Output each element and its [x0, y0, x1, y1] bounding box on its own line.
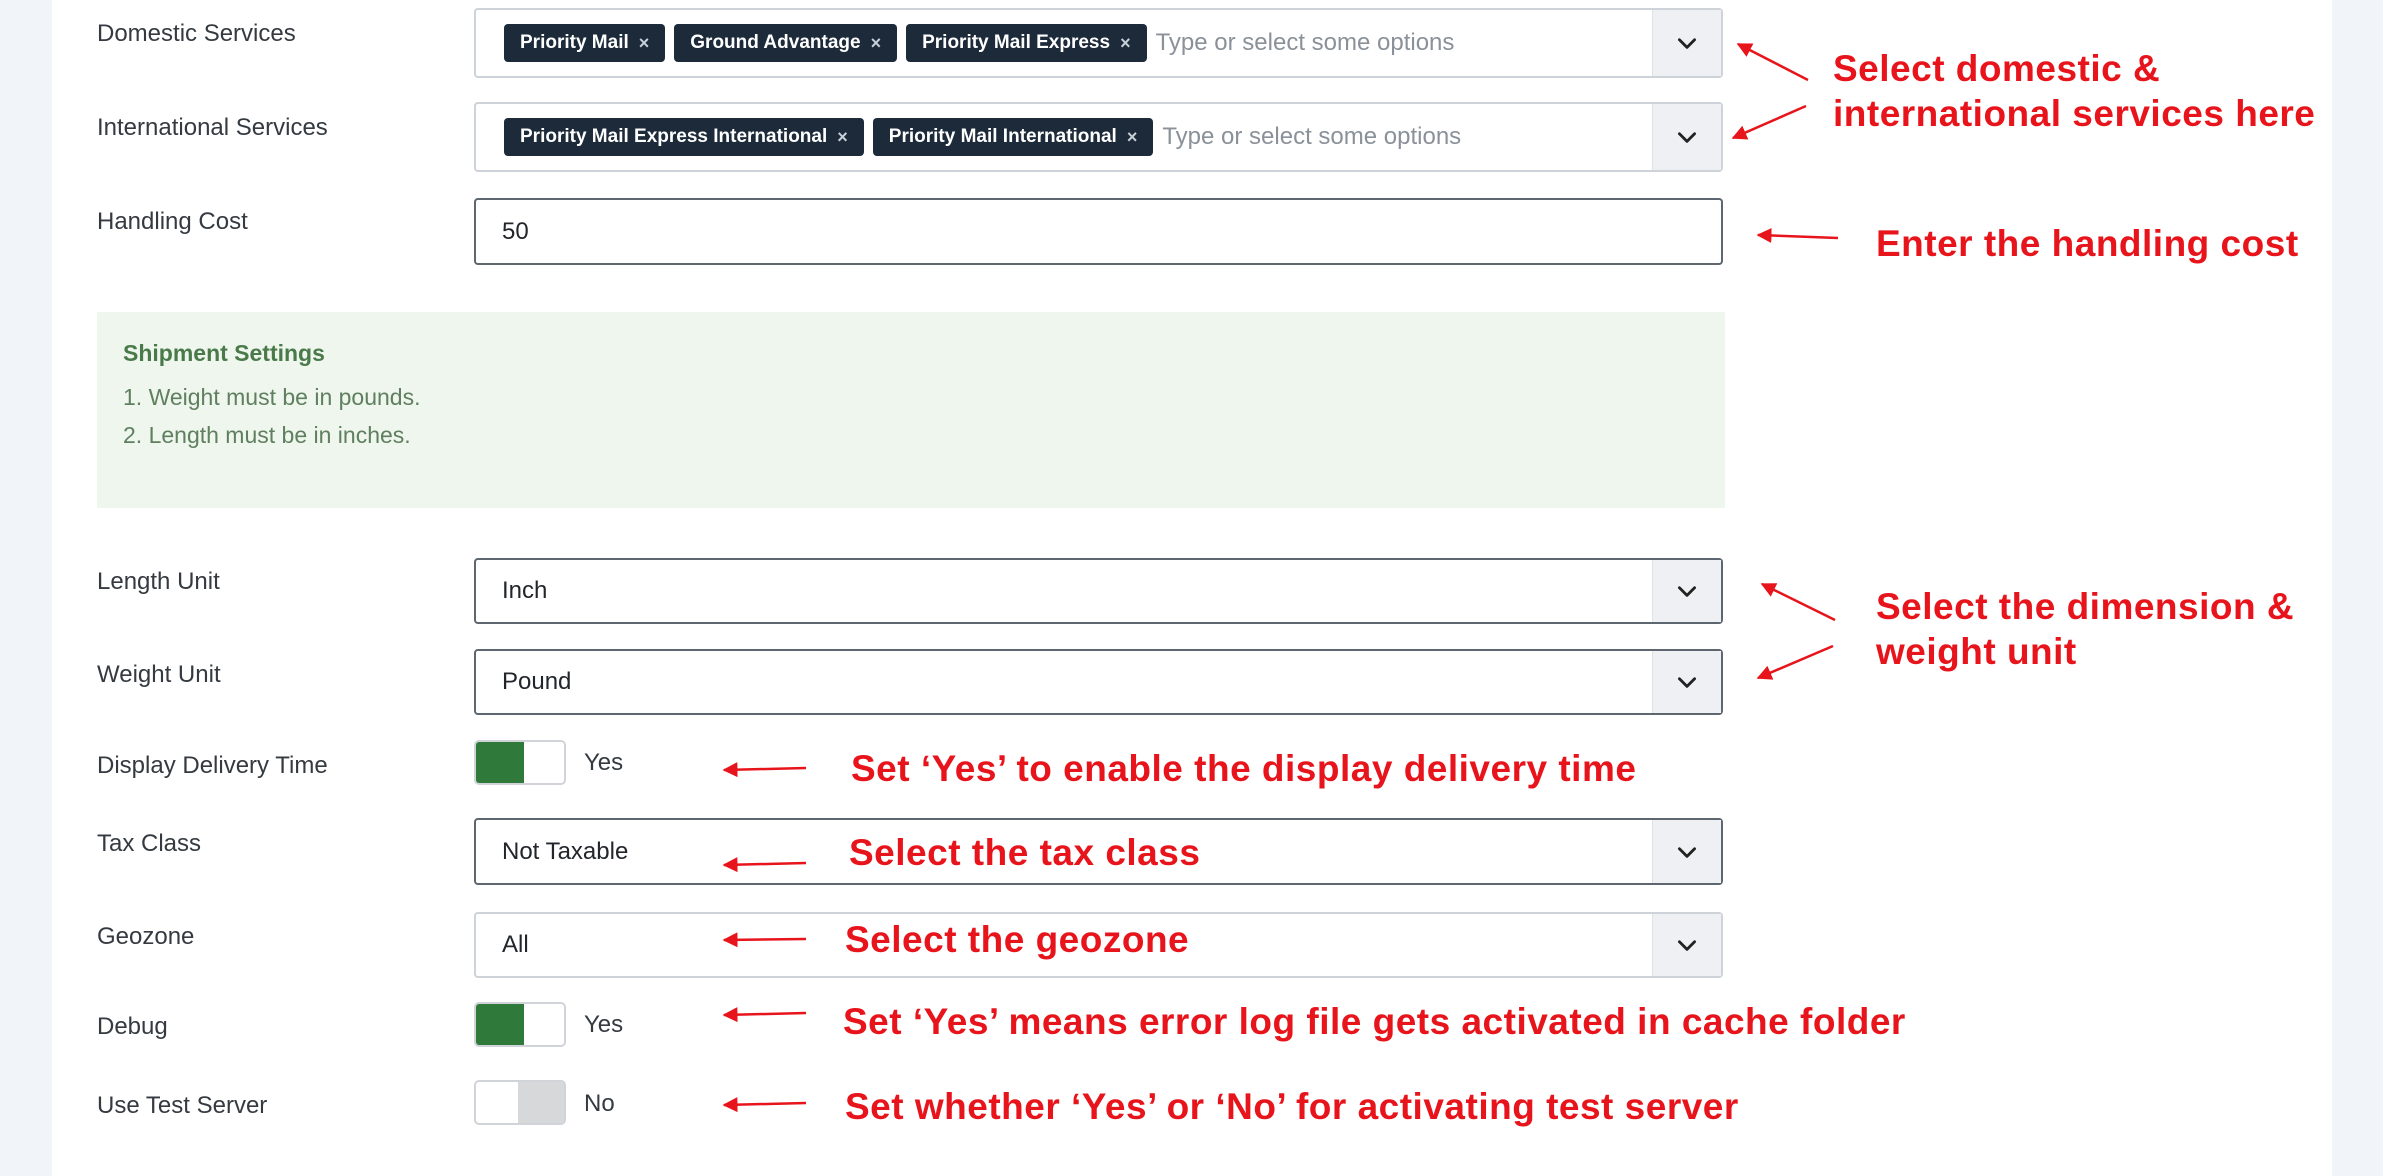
tax-class-value: Not Taxable	[502, 837, 629, 865]
debug-label: Debug	[97, 1013, 168, 1040]
chip-ground-advantage[interactable]: Ground Advantage ×	[674, 24, 898, 62]
handling-cost-value: 50	[502, 217, 529, 245]
annotation-delivery: Set ‘Yes’ to enable the display delivery…	[851, 748, 1637, 789]
annotation-tax: Select the tax class	[849, 832, 1201, 873]
notice-title: Shipment Settings	[123, 340, 325, 366]
dropdown-toggle[interactable]	[1652, 560, 1721, 622]
dropdown-toggle[interactable]	[1652, 914, 1721, 976]
international-services-select[interactable]: Priority Mail Express International × Pri…	[474, 102, 1723, 172]
toggle-off-segment	[518, 1082, 564, 1123]
geozone-value: All	[502, 931, 529, 958]
dropdown-toggle[interactable]	[1652, 820, 1721, 883]
shipment-settings-notice: Shipment Settings 1. Weight must be in p…	[97, 312, 1725, 508]
annotation-line: international services here	[1833, 93, 2316, 134]
dropdown-toggle[interactable]	[1652, 104, 1721, 170]
international-search-input[interactable]: Type or select some options	[1162, 123, 1461, 151]
annotation-line: Select domestic &	[1833, 48, 2161, 89]
chevron-down-icon	[1678, 586, 1696, 597]
chip-priority-mail-international[interactable]: Priority Mail International ×	[872, 118, 1154, 156]
toggle-on-segment	[476, 1004, 524, 1045]
annotation-units: Select the dimension & weight unit	[1876, 584, 2294, 674]
geozone-label: Geozone	[97, 923, 195, 950]
close-icon[interactable]: ×	[1120, 33, 1131, 54]
close-icon[interactable]: ×	[837, 127, 848, 148]
annotation-services: Select domestic & international services…	[1833, 46, 2315, 136]
chevron-down-icon	[1678, 132, 1696, 143]
chip-priority-mail-express[interactable]: Priority Mail Express ×	[906, 24, 1147, 62]
chip-priority-mail-express-international[interactable]: Priority Mail Express International ×	[504, 118, 864, 156]
domestic-services-select[interactable]: Priority Mail × Ground Advantage × Priorit…	[474, 8, 1723, 78]
close-icon[interactable]: ×	[639, 33, 650, 54]
toggle-state-text: No	[584, 1090, 615, 1117]
notice-line: 1. Weight must be in pounds.	[123, 384, 421, 410]
annotation-test-server: Set whether ‘Yes’ or ‘No’ for activating…	[845, 1086, 1739, 1127]
close-icon[interactable]: ×	[1127, 127, 1138, 148]
chevron-down-icon	[1678, 940, 1696, 951]
toggle-state-text: Yes	[584, 1011, 624, 1038]
chevron-down-icon	[1678, 846, 1696, 858]
length-unit-label: Length Unit	[97, 568, 220, 595]
use-test-server-label: Use Test Server	[97, 1092, 268, 1119]
weight-unit-select[interactable]: Pound	[474, 649, 1723, 715]
toggle-state-text: Yes	[584, 749, 624, 776]
display-delivery-time-label: Display Delivery Time	[97, 752, 328, 779]
annotation-line: Select the dimension &	[1876, 586, 2295, 627]
debug-toggle[interactable]	[474, 1002, 566, 1047]
length-unit-select[interactable]: Inch	[474, 558, 1723, 624]
weight-unit-value: Pound	[502, 668, 572, 695]
annotation-handling: Enter the handling cost	[1876, 223, 2299, 264]
dropdown-toggle[interactable]	[1652, 10, 1721, 76]
handling-cost-label: Handling Cost	[97, 208, 248, 235]
length-unit-value: Inch	[502, 577, 548, 604]
annotation-geozone: Select the geozone	[845, 919, 1190, 960]
handling-cost-input[interactable]: 50	[474, 198, 1723, 265]
chevron-down-icon	[1678, 677, 1696, 688]
tax-class-label: Tax Class	[97, 830, 202, 857]
weight-unit-label: Weight Unit	[97, 661, 221, 688]
notice-line: 2. Length must be in inches.	[123, 422, 411, 448]
annotation-line: weight unit	[1876, 631, 2077, 672]
international-services-label: International Services	[97, 114, 328, 141]
domestic-services-label: Domestic Services	[97, 20, 296, 47]
chip-priority-mail[interactable]: Priority Mail ×	[504, 24, 666, 62]
dropdown-toggle[interactable]	[1652, 651, 1721, 713]
annotation-debug: Set ‘Yes’ means error log file gets acti…	[843, 1001, 1906, 1042]
close-icon[interactable]: ×	[871, 33, 882, 54]
domestic-search-input[interactable]: Type or select some options	[1156, 29, 1455, 57]
display-delivery-time-toggle[interactable]	[474, 740, 566, 785]
use-test-server-toggle[interactable]	[474, 1080, 566, 1125]
toggle-on-segment	[476, 742, 524, 783]
chevron-down-icon	[1678, 38, 1696, 49]
